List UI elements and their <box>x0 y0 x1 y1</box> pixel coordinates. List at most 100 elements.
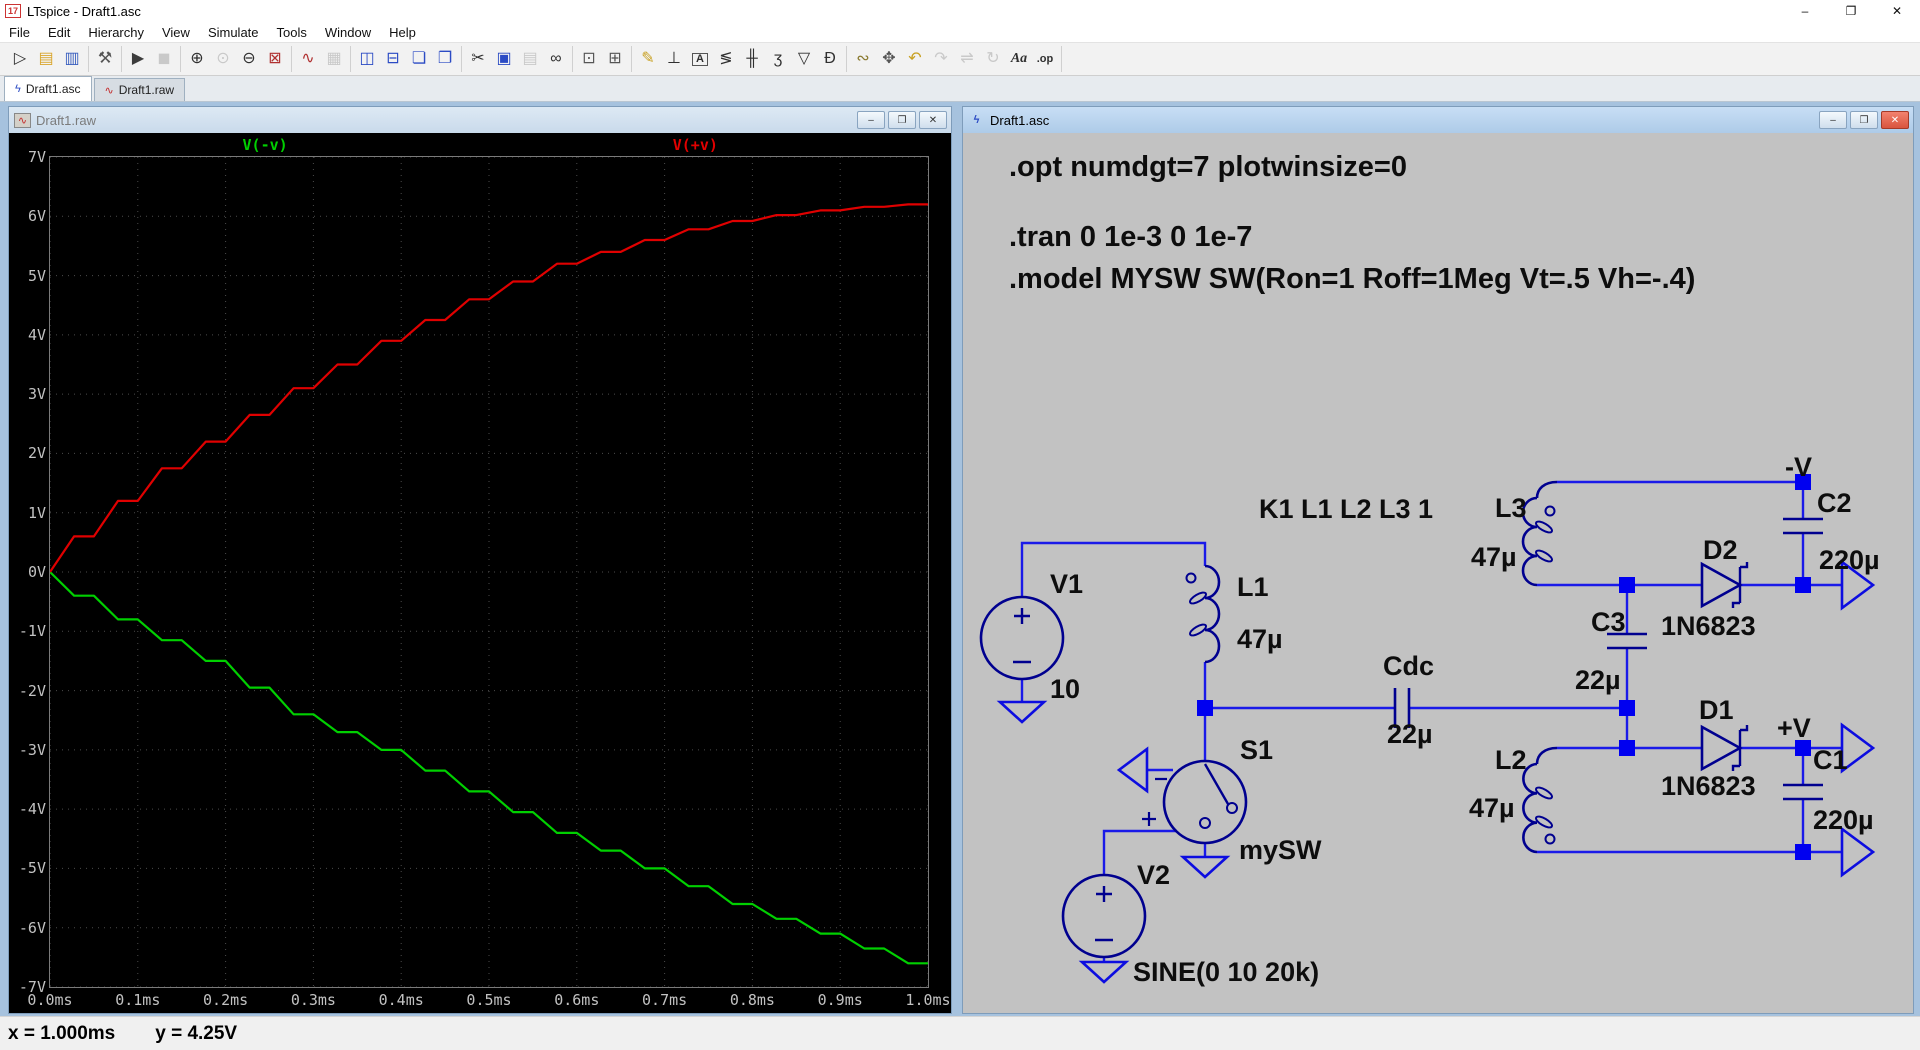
component-label[interactable]: S1 <box>1240 735 1273 766</box>
control-panel-icon[interactable]: ⚒ <box>92 47 118 71</box>
waveform-minimize-button[interactable]: – <box>857 111 885 129</box>
schematic-window-icon: ϟ <box>973 113 980 126</box>
rotate-icon[interactable]: ↻ <box>980 47 1006 71</box>
autorange-y-icon[interactable]: ∿ <box>295 47 321 71</box>
component-label[interactable]: mySW <box>1239 835 1322 866</box>
component-label[interactable]: 220µ <box>1813 805 1874 836</box>
print-icon[interactable]: ⊞ <box>602 47 628 71</box>
component-label[interactable]: 1N6823 <box>1661 771 1756 802</box>
component-label[interactable]: V1 <box>1050 569 1083 600</box>
run-icon[interactable]: ▶ <box>125 47 151 71</box>
schematic-restore-button[interactable]: ❐ <box>1850 111 1878 129</box>
component-label[interactable]: SINE(0 10 20k) <box>1133 957 1319 988</box>
tile-vertical-icon[interactable]: ◫ <box>354 47 380 71</box>
component-label[interactable]: L2 <box>1495 745 1527 776</box>
zoom-back-icon[interactable]: ⊙ <box>210 47 236 71</box>
component-label[interactable]: 47µ <box>1471 542 1517 573</box>
component-label[interactable]: -V <box>1785 452 1812 483</box>
spice-directive-text[interactable]: .opt numdgt=7 plotwinsize=0 <box>1009 151 1407 184</box>
component-label[interactable]: 47µ <box>1237 624 1283 655</box>
tab-draft1-raw[interactable]: ∿ Draft1.raw <box>93 78 186 101</box>
diode-icon[interactable]: ▽ <box>791 47 817 71</box>
component-label[interactable]: +V <box>1777 713 1811 744</box>
new-schematic-icon[interactable]: ▷ <box>7 47 33 71</box>
app-close-button[interactable]: ✕ <box>1874 0 1920 22</box>
label-net-icon[interactable]: A <box>687 47 713 71</box>
component-label[interactable]: L3 <box>1495 493 1527 524</box>
component-label[interactable]: Cdc <box>1383 651 1434 682</box>
component-label[interactable]: D2 <box>1703 535 1738 566</box>
component-label[interactable]: 1N6823 <box>1661 611 1756 642</box>
halt-icon[interactable]: ◼ <box>151 47 177 71</box>
move-icon[interactable]: ✥ <box>876 47 902 71</box>
cut-icon[interactable]: ✂ <box>465 47 491 71</box>
spice-directive-text[interactable]: .model MYSW SW(Ron=1 Roff=1Meg Vt=.5 Vh=… <box>1009 263 1695 296</box>
component-label[interactable]: C1 <box>1813 745 1848 776</box>
component-label[interactable]: 10 <box>1050 674 1080 705</box>
schematic-close-button[interactable]: ✕ <box>1881 111 1909 129</box>
find-icon[interactable]: ∞ <box>543 47 569 71</box>
redo-icon[interactable]: ↷ <box>928 47 954 71</box>
menu-item-view[interactable]: View <box>153 23 199 42</box>
component-label[interactable]: C3 <box>1591 607 1626 638</box>
tile-horizontal-icon[interactable]: ⊟ <box>380 47 406 71</box>
component-label[interactable]: 22µ <box>1575 665 1621 696</box>
drag-icon[interactable]: ∾ <box>850 47 876 71</box>
waveform-window-titlebar[interactable]: ∿ Draft1.raw – ❐ ✕ <box>9 107 951 133</box>
open-icon[interactable]: ▤ <box>33 47 59 71</box>
component-icon[interactable]: Ð <box>817 47 843 71</box>
wire-icon[interactable]: ✎ <box>635 47 661 71</box>
inductor-leaf <box>1535 520 1553 534</box>
trace-label-V-v[interactable]: V(-v) <box>243 136 288 154</box>
copy-icon[interactable]: ▣ <box>491 47 517 71</box>
mirror-icon[interactable]: ⇌ <box>954 47 980 71</box>
symbol-circle <box>1199 817 1211 829</box>
menu-item-window[interactable]: Window <box>316 23 380 42</box>
component-label[interactable]: K1 L1 L2 L3 1 <box>1259 494 1433 525</box>
component-label[interactable]: 22µ <box>1387 719 1433 750</box>
schematic-canvas[interactable]: .opt numdgt=7 plotwinsize=0 .tran 0 1e-3 … <box>963 133 1913 1013</box>
undo-icon[interactable]: ↶ <box>902 47 928 71</box>
waveform-close-button[interactable]: ✕ <box>919 111 947 129</box>
cascade-windows-icon[interactable]: ❏ <box>406 47 432 71</box>
waveform-plot-canvas[interactable]: V(-v) V(+v) 7V 6V 5V 4V 3V 2V 1V 0V -1V -2V -3V -4V -5… <box>9 133 951 1013</box>
menu-item-tools[interactable]: Tools <box>268 23 316 42</box>
capacitor-icon[interactable]: ╫ <box>739 47 765 71</box>
arrange-icons-icon[interactable]: ❐ <box>432 47 458 71</box>
schematic-minimize-button[interactable]: – <box>1819 111 1847 129</box>
tab-draft1-asc[interactable]: ϟ Draft1.asc <box>4 76 92 101</box>
toolbar-group: ◫ ⊟ ❏ ❐ <box>351 46 462 72</box>
component-label[interactable]: L1 <box>1237 572 1269 603</box>
spice-directive-text[interactable]: .tran 0 1e-3 0 1e-7 <box>1009 221 1252 254</box>
component-label[interactable]: V2 <box>1137 860 1170 891</box>
paste-icon[interactable]: ▤ <box>517 47 543 71</box>
app-minimize-button[interactable]: – <box>1782 0 1828 22</box>
resistor-icon[interactable]: ≶ <box>713 47 739 71</box>
component-label[interactable]: D1 <box>1699 695 1734 726</box>
zoom-in-icon[interactable]: ⊕ <box>184 47 210 71</box>
waveform-restore-button[interactable]: ❐ <box>888 111 916 129</box>
text-icon[interactable]: Aa <box>1006 47 1032 71</box>
menu-item-simulate[interactable]: Simulate <box>199 23 268 42</box>
zoom-out-icon[interactable]: ⊖ <box>236 47 262 71</box>
print-preview-icon[interactable]: ⊡ <box>576 47 602 71</box>
plot-settings-icon[interactable]: ▦ <box>321 47 347 71</box>
component-label[interactable]: 220µ <box>1819 545 1880 576</box>
save-icon[interactable]: ▥ <box>59 47 85 71</box>
menu-item-file[interactable]: File <box>0 23 39 42</box>
inductor-icon[interactable]: ʒ <box>765 47 791 71</box>
y-axis-tick: 1V <box>27 503 46 522</box>
component-label[interactable]: C2 <box>1817 488 1852 519</box>
app-restore-button[interactable]: ❐ <box>1828 0 1874 22</box>
trace-label-V+v[interactable]: V(+v) <box>673 136 718 154</box>
menu-item-edit[interactable]: Edit <box>39 23 79 42</box>
component-label[interactable]: 47µ <box>1469 793 1515 824</box>
zoom-full-extents-icon[interactable]: ⊠ <box>262 47 288 71</box>
spice-directive-icon[interactable]: .op <box>1032 47 1058 71</box>
menu-item-help[interactable]: Help <box>380 23 425 42</box>
schematic-window-titlebar[interactable]: ϟ Draft1.asc – ❐ ✕ <box>963 107 1913 133</box>
mdi-area: ∿ Draft1.raw – ❐ ✕ V(-v) V(+v) 7V 6V 5V 4V 3V 2… <box>0 102 1920 1016</box>
app-titlebar[interactable]: 17 LTspice - Draft1.asc – ❐ ✕ <box>0 0 1920 22</box>
ground-icon[interactable]: ⊥ <box>661 47 687 71</box>
menu-item-hierarchy[interactable]: Hierarchy <box>79 23 153 42</box>
